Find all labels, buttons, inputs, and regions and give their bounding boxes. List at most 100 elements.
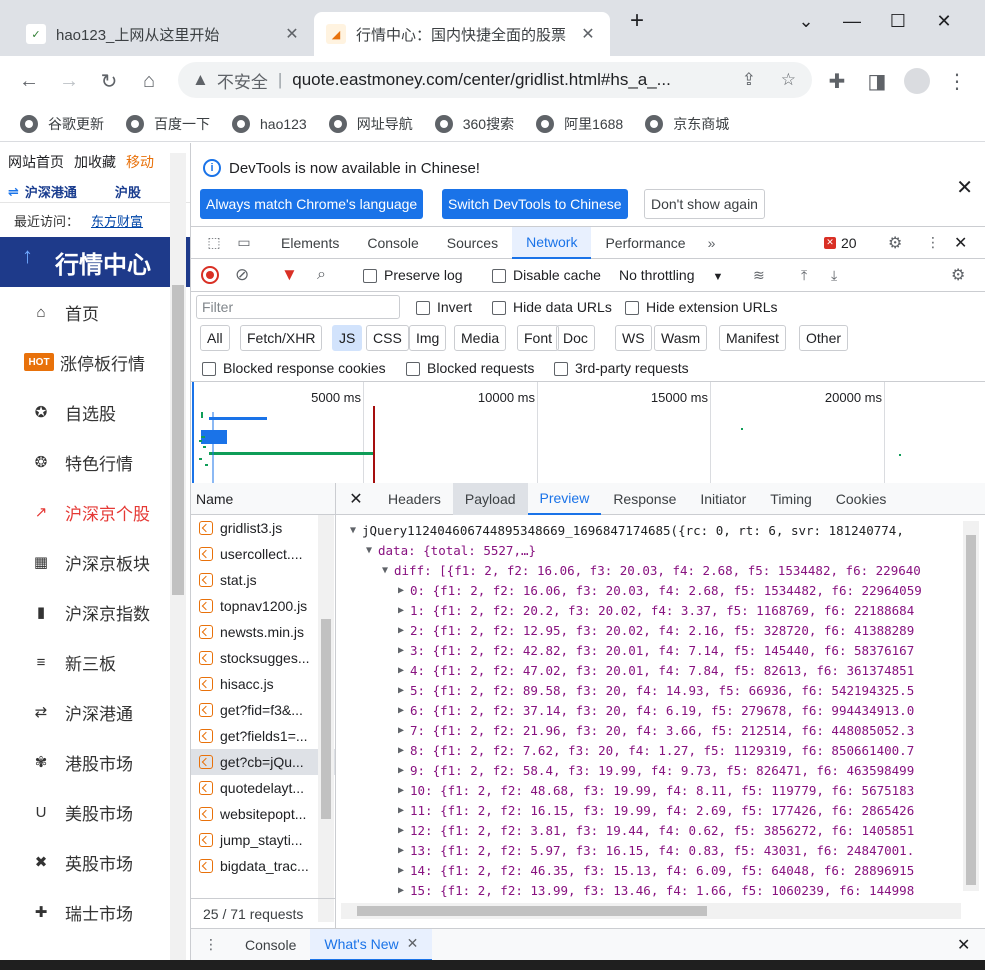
request-row[interactable]: hisacc.js [191,671,335,697]
json-diff-line[interactable]: ▼ diff: [{f1: 2, f2: 16.06, f3: 20.03, f4… [336,561,966,581]
nav-item[interactable]: ❂ 特色行情 [0,437,190,487]
tab-elements[interactable]: Elements [267,227,353,259]
tab-network[interactable]: Network [512,226,592,259]
blocked-requests-checkbox[interactable]: Blocked requests [406,360,534,377]
type-filter-font[interactable]: Font [517,325,560,351]
drawer-menu-icon[interactable]: ⋮ [191,936,231,953]
bookmark-item[interactable]: 360搜索 [434,114,514,134]
warning-icon[interactable]: ▲ [192,70,209,90]
expand-arrow-icon[interactable]: ▶ [398,681,410,701]
nav-item[interactable]: ✾ 港股市场 [0,737,190,787]
favorite-link[interactable]: 加收藏 [74,152,116,172]
close-drawer-icon[interactable]: ✕ [957,935,970,955]
expand-arrow-icon[interactable]: ▶ [398,601,410,621]
bookmark-item[interactable]: 百度一下 [126,114,210,134]
type-filter-wasm[interactable]: Wasm [654,325,708,351]
url-text[interactable]: quote.eastmoney.com/center/gridlist.html… [292,70,722,90]
request-row[interactable]: usercollect.... [191,541,335,567]
request-row[interactable]: jump_stayti... [191,827,335,853]
json-item-line[interactable]: ▶ 1: {f1: 2, f2: 20.2, f3: 20.02, f4: 3.3… [336,601,966,621]
match-language-button[interactable]: Always match Chrome's language [200,189,424,219]
detail-tab-initiator[interactable]: Initiator [688,483,758,515]
expand-arrow-icon[interactable]: ▶ [398,761,410,781]
nav-item[interactable]: ✚ 瑞士市场 [0,887,190,937]
expand-arrow-icon[interactable]: ▶ [398,781,410,801]
request-row[interactable]: get?fid=f3&... [191,697,335,723]
json-root-line[interactable]: ▼ jQuery112404606744895348669_16968471746… [336,521,966,541]
nav-item[interactable]: HOT 涨停板行情 [0,337,190,387]
json-item-line[interactable]: ▶ 0: {f1: 2, f2: 16.06, f3: 20.03, f4: 2.… [336,581,966,601]
address-bar[interactable]: ▲ 不安全 | quote.eastmoney.com/center/gridl… [178,62,812,98]
mobile-link[interactable]: 移动 [126,152,154,172]
forward-icon[interactable]: → [54,66,84,96]
expand-arrow-icon[interactable]: ▶ [398,821,410,841]
preserve-log-checkbox[interactable]: Preserve log [363,267,463,284]
detail-tab-headers[interactable]: Headers [376,483,453,515]
json-item-line[interactable]: ▶ 15: {f1: 2, f2: 13.99, f3: 13.46, f4: 1… [336,881,966,898]
name-column-header[interactable]: Name [191,483,335,515]
detail-tab-payload[interactable]: Payload [452,482,528,515]
settings-gear-icon[interactable]: ⚙ [888,233,902,253]
request-row[interactable]: stat.js [191,567,335,593]
tab-console[interactable]: Console [353,227,432,259]
json-item-line[interactable]: ▶ 13: {f1: 2, f2: 5.97, f3: 16.15, f4: 0.… [336,841,966,861]
nav-item[interactable]: ≡ 新三板 [0,637,190,687]
expand-arrow-icon[interactable]: ▶ [398,841,410,861]
invert-checkbox[interactable]: Invert [416,299,472,316]
type-filter-img[interactable]: Img [409,325,447,351]
json-item-line[interactable]: ▶ 5: {f1: 2, f2: 89.58, f3: 20, f4: 14.93… [336,681,966,701]
close-infobar-icon[interactable]: ✕ [956,175,973,200]
expand-arrow-icon[interactable]: ▶ [398,621,410,641]
detail-tab-timing[interactable]: Timing [758,483,824,515]
detail-tab-cookies[interactable]: Cookies [824,483,899,515]
request-row[interactable]: bigdata_trac... [191,853,335,879]
json-item-line[interactable]: ▶ 11: {f1: 2, f2: 16.15, f3: 19.99, f4: 2… [336,801,966,821]
profile-avatar-icon[interactable] [902,66,932,96]
expand-arrow-icon[interactable]: ▶ [398,641,410,661]
close-tab-icon[interactable]: ✕ [282,24,302,44]
drawer-tab-console[interactable]: Console [231,929,310,961]
type-filter-doc[interactable]: Doc [556,325,595,351]
expand-arrow-icon[interactable]: ▶ [398,741,410,761]
type-filter-ws[interactable]: WS [615,325,652,351]
tab-hao123[interactable]: ✓ hao123_上网从这里开始 ✕ [14,12,314,56]
network-settings-icon[interactable]: ⚙ [951,265,965,285]
json-item-line[interactable]: ▶ 9: {f1: 2, f2: 58.4, f3: 19.99, f4: 9.7… [336,761,966,781]
nav-item[interactable]: U 美股市场 [0,787,190,837]
bookmark-item[interactable]: 网址导航 [328,114,413,134]
json-data-line[interactable]: ▼ data: {total: 5527,…} [336,541,966,561]
menu-icon[interactable]: ⋮ [942,66,972,96]
clear-icon[interactable]: ⊘ [235,265,249,285]
bookmark-item[interactable]: 京东商城 [645,114,729,134]
side-panel-icon[interactable]: ◨ [862,66,892,96]
export-har-icon[interactable]: ⤓ [831,267,837,284]
search-icon[interactable]: ⌕ [317,266,326,284]
new-tab-button[interactable]: + [614,6,660,36]
json-item-line[interactable]: ▶ 3: {f1: 2, f2: 42.82, f3: 20.01, f4: 7.… [336,641,966,661]
hide-data-urls-checkbox[interactable]: Hide data URLs [492,299,612,316]
network-conditions-icon[interactable]: ≋ [753,267,765,284]
expand-arrow-icon[interactable]: ▶ [398,581,410,601]
detail-tab-response[interactable]: Response [601,483,688,515]
filter-input[interactable]: Filter [196,295,400,319]
expand-arrow-icon[interactable]: ▶ [398,721,410,741]
filter-funnel-icon[interactable]: ▼ [281,265,298,285]
type-filter-fetch-xhr[interactable]: Fetch/XHR [240,325,323,351]
expand-arrow-icon[interactable]: ▶ [398,701,410,721]
expand-arrow-icon[interactable]: ▶ [398,661,410,681]
tab-performance[interactable]: Performance [591,227,699,259]
switch-chinese-button[interactable]: Switch DevTools to Chinese [442,189,628,219]
json-item-line[interactable]: ▶ 10: {f1: 2, f2: 48.68, f3: 19.99, f4: 8… [336,781,966,801]
json-item-line[interactable]: ▶ 14: {f1: 2, f2: 46.35, f3: 15.13, f4: 6… [336,861,966,881]
tab-quote-center[interactable]: ◢ 行情中心：国内快捷全面的股票 ✕ [314,12,610,56]
expand-arrow-icon[interactable]: ▶ [398,861,410,881]
throttling-select[interactable]: No throttling ▼ [619,267,723,283]
request-list-scrollbar[interactable] [318,515,334,922]
request-row[interactable]: stocksugges... [191,645,335,671]
nav-item[interactable]: ⌂ 首页 [0,287,190,337]
drawer-tab-whats-new[interactable]: What's New ✕ [310,928,433,961]
json-item-line[interactable]: ▶ 4: {f1: 2, f2: 47.02, f3: 20.01, f4: 7.… [336,661,966,681]
dont-show-button[interactable]: Don't show again [644,189,765,219]
record-icon[interactable] [201,266,219,284]
third-party-checkbox[interactable]: 3rd-party requests [554,360,689,377]
